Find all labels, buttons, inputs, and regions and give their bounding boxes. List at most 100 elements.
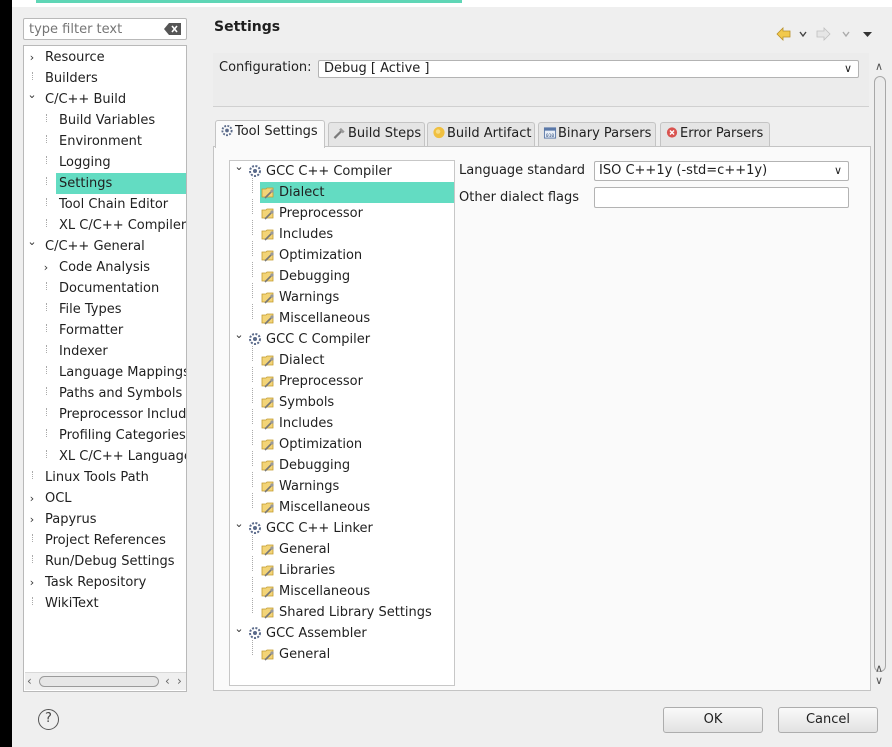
tree-item[interactable]: Task Repository [42,572,186,593]
option-category-item[interactable]: Preprocessor [261,203,363,224]
option-category-item[interactable]: Warnings [261,287,339,308]
ok-button[interactable]: OK [663,707,763,733]
tree-item[interactable]: Code Analysis [56,257,186,278]
option-category-item[interactable]: Miscellaneous [261,308,370,329]
option-category-icon [261,649,274,661]
tab-tool-settings[interactable]: Tool Settings [215,120,325,148]
option-category-item[interactable]: Shared Library Settings [261,602,432,623]
tree-item[interactable]: Papyrus [42,509,186,530]
tree-item[interactable]: Preprocessor Includ [56,404,186,425]
tree-item[interactable]: File Types [56,299,186,320]
help-icon[interactable]: ? [38,709,59,730]
language-standard-select[interactable]: ISO C++1y (-std=c++1y) ∨ [594,161,849,181]
option-category-item[interactable]: Includes [261,413,333,434]
expand-icon[interactable]: ⌄ [234,517,244,530]
tree-item[interactable]: Documentation [56,278,186,299]
tree-item[interactable]: Indexer [56,341,186,362]
option-category-item[interactable]: General [261,644,330,665]
tree-item[interactable]: Resource [42,47,186,68]
tree-item[interactable]: XL C/C++ Language [56,446,186,467]
page-vertical-scrollbar[interactable]: ∧ ∧ ∨ [873,60,887,690]
expand-icon[interactable]: ⌄ [27,88,37,101]
option-category-item[interactable]: Libraries [261,560,335,581]
option-category-icon [261,376,274,388]
option-category-item[interactable]: Debugging [261,455,350,476]
tree-horizontal-scrollbar[interactable]: ‹ ‹ › [25,672,186,690]
tree-item[interactable]: Environment [56,131,186,152]
scroll-up-icon[interactable]: ∧ [875,60,883,73]
option-category-item[interactable]: Optimization [261,434,362,455]
tree-item-label: Logging [59,155,111,170]
tree-item[interactable]: WikiText [42,593,186,614]
tab-label: Error Parsers [680,126,764,141]
collapse-icon[interactable]: › [41,261,51,274]
expand-icon[interactable]: ⌄ [27,235,37,248]
tree-item[interactable]: Project References [42,530,186,551]
configuration-select[interactable]: Debug [ Active ] ∨ [318,60,859,78]
option-category-item[interactable]: Symbols [261,392,334,413]
tree-item[interactable]: Tool Chain Editor [56,194,186,215]
tree-guide-line [46,156,47,164]
tree-item-label: Preprocessor Includ [59,407,187,422]
other-dialect-flags-input[interactable] [594,187,849,208]
option-category-item[interactable]: Optimization [261,245,362,266]
option-category-item[interactable]: Miscellaneous [261,497,370,518]
scroll-right-icon[interactable]: › [177,674,182,688]
tree-item[interactable]: Profiling Categories [56,425,186,446]
tree-item[interactable]: C/C++ General [42,236,186,257]
tree-item[interactable]: C/C++ Build [42,89,186,110]
cancel-button[interactable]: Cancel [778,707,878,733]
tab-build-artifact[interactable]: Build Artifact [427,122,535,146]
tree-item[interactable]: Paths and Symbols [56,383,186,404]
tree-item[interactable]: Builders [42,68,186,89]
option-category-label: Includes [279,227,334,242]
tree-item[interactable]: Logging [56,152,186,173]
filter-field[interactable] [23,18,187,40]
option-category-item[interactable]: Dialect [261,350,324,371]
tree-item[interactable]: Linux Tools Path [42,467,186,488]
tool-item[interactable]: GCC C++ Compiler [248,161,392,182]
tool-item[interactable]: GCC C Compiler [248,329,370,350]
tree-item[interactable]: Run/Debug Settings [42,551,186,572]
option-category-item[interactable]: Warnings [261,476,339,497]
tree-guide-line [46,303,47,311]
tool-settings-tree[interactable]: ⌄ GCC C++ Compiler Dialect Preprocessor Incl… [229,160,455,686]
scrollbar-thumb[interactable] [874,76,886,672]
scroll-down-icon[interactable]: ∨ [875,674,883,687]
option-category-icon [261,355,274,367]
option-category-item[interactable]: Miscellaneous [261,581,370,602]
expand-icon[interactable]: ⌄ [234,328,244,341]
scroll-left-icon[interactable]: ‹ [27,674,32,688]
navigation-buttons[interactable] [775,26,875,42]
collapse-icon[interactable]: › [27,513,37,526]
option-category-item[interactable]: Includes [261,224,333,245]
tree-item[interactable]: Language Mappings [56,362,186,383]
option-category-item[interactable]: Debugging [261,266,350,287]
option-category-item[interactable]: Preprocessor [261,371,363,392]
tab-error-parsers[interactable]: Error Parsers [660,122,770,146]
tab-binary-parsers[interactable]: 010 Binary Parsers [538,122,656,146]
filter-input[interactable] [24,19,160,39]
expand-icon[interactable]: ⌄ [234,161,244,173]
tree-guide-line [46,177,47,185]
expand-icon[interactable]: ⌄ [234,622,244,635]
collapse-icon[interactable]: › [27,51,37,64]
collapse-icon[interactable]: › [27,492,37,505]
tree-item[interactable]: Build Variables [56,110,186,131]
clear-filter-icon[interactable] [164,22,182,36]
tree-item[interactable]: OCL [42,488,186,509]
option-category-item[interactable]: Dialect [261,182,324,203]
tab-build-steps[interactable]: Build Steps [328,122,425,146]
scroll-left-arrow-icon[interactable]: ‹ [165,674,170,688]
tree-item[interactable]: Settings [56,173,186,194]
tool-item[interactable]: GCC C++ Linker [248,518,373,539]
scrollbar-thumb[interactable] [39,676,159,687]
tree-guide-line [46,366,47,374]
collapse-icon[interactable]: › [27,576,37,589]
option-category-item[interactable]: General [261,539,330,560]
tree-guide-line [252,535,253,550]
tree-item[interactable]: XL C/C++ Compiler [56,215,186,236]
property-page-tree[interactable]: Resource › Builders C/C++ Build ⌄ Build Varia… [23,45,187,692]
tool-item[interactable]: GCC Assembler [248,623,367,644]
tree-item[interactable]: Formatter [56,320,186,341]
